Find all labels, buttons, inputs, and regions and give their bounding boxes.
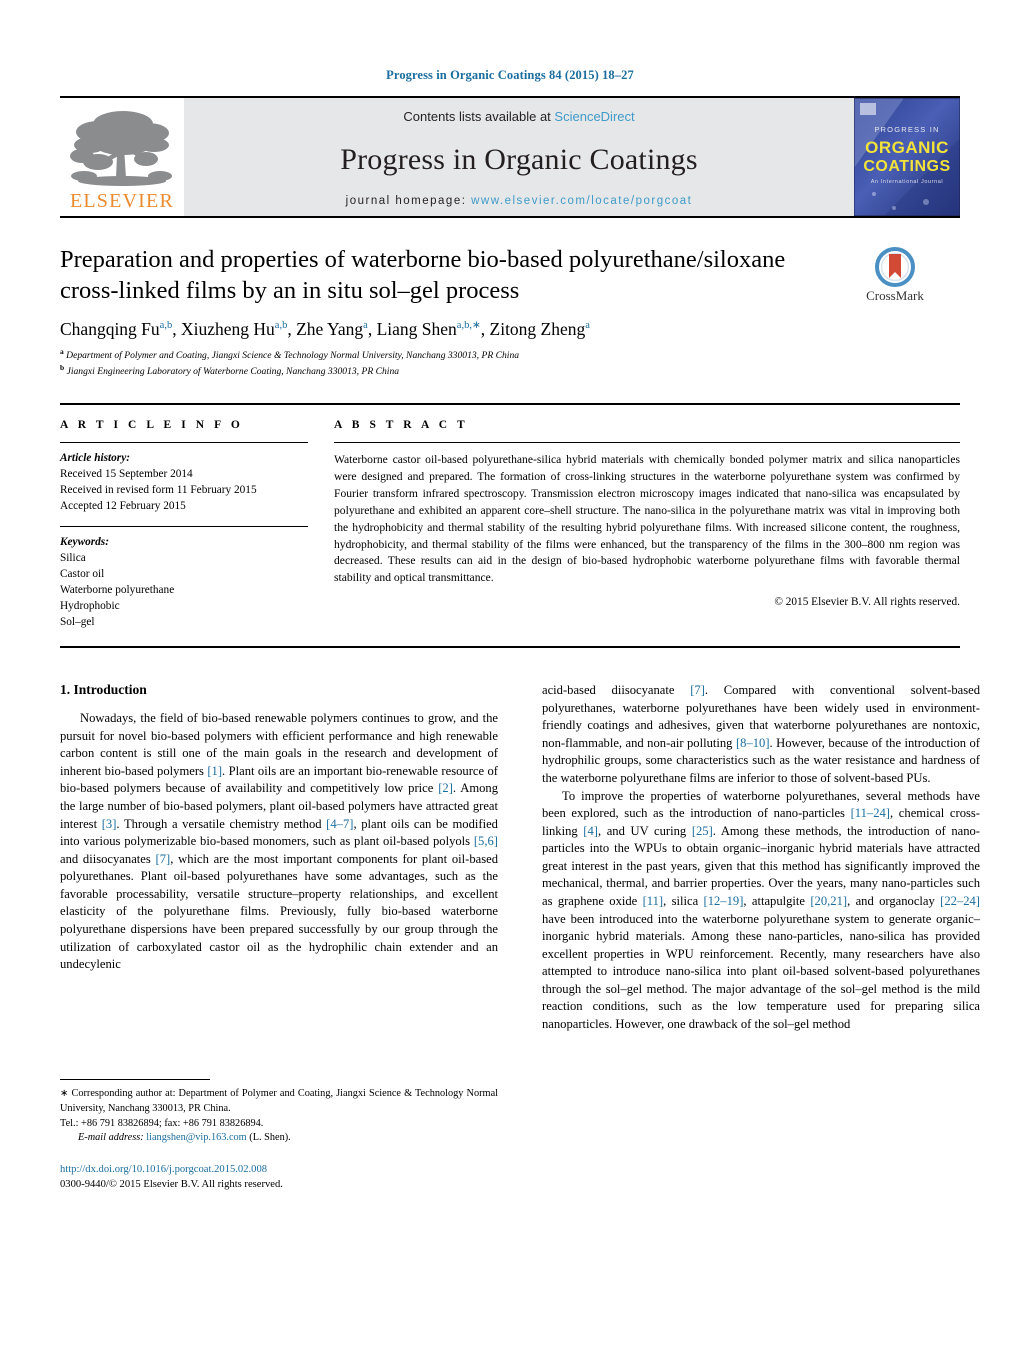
- crossmark-label: CrossMark: [866, 288, 924, 303]
- history-item: Received 15 September 2014: [60, 467, 193, 480]
- corresponding-author-text: Corresponding author at: Department of P…: [60, 1087, 498, 1114]
- email-link[interactable]: liangshen@vip.163.com: [146, 1132, 246, 1143]
- elsevier-wordmark: ELSEVIER: [69, 190, 175, 212]
- author-name: Xiuzheng Hua,b: [180, 318, 288, 339]
- corresponding-author-note: ∗ Corresponding author at: Department of…: [60, 1087, 498, 1117]
- banner-bottom-rule: [60, 216, 960, 218]
- email-line: E-mail address: liangshen@vip.163.com (L…: [60, 1131, 498, 1146]
- crossmark-badge[interactable]: CrossMark: [836, 247, 954, 304]
- banner-center: Contents lists available at ScienceDirec…: [184, 98, 854, 216]
- article-info-column: A R T I C L E I N F O Article history: R…: [60, 419, 308, 630]
- citation-link[interactable]: [5,6]: [474, 834, 498, 848]
- sciencedirect-link[interactable]: ScienceDirect: [554, 109, 634, 124]
- footnote-rule: [60, 1078, 210, 1080]
- abstract-heading: A B S T R A C T: [334, 418, 469, 431]
- keywords-group: Keywords: Silica Castor oil Waterborne p…: [60, 527, 308, 630]
- author-affiliation-mark: a: [363, 319, 368, 331]
- email-owner: (L. Shen).: [249, 1132, 291, 1144]
- keyword-item: Waterborne polyurethane: [60, 584, 175, 597]
- citation-link[interactable]: [4]: [583, 824, 598, 838]
- journal-title: Progress in Organic Coatings: [340, 142, 698, 176]
- title-block: CrossMark Preparation and properties of …: [60, 245, 960, 379]
- cover-sub-line: An International Journal: [871, 179, 944, 185]
- article-info-heading: A R T I C L E I N F O: [60, 418, 244, 431]
- telephone-line: Tel.: +86 791 83826894; fax: +86 791 838…: [60, 1117, 264, 1129]
- citation-link[interactable]: [22–24]: [940, 894, 980, 908]
- affiliation-item: a Department of Polymer and Coating, Jia…: [60, 346, 520, 361]
- citation-link[interactable]: [7]: [690, 683, 705, 697]
- history-item: Accepted 12 February 2015: [60, 500, 186, 512]
- keyword-item: Silica: [60, 552, 86, 565]
- citation-link[interactable]: [25]: [692, 824, 713, 838]
- abstract-column: A B S T R A C T Waterborne castor oil-ba…: [334, 419, 960, 630]
- citation-link[interactable]: [11–24]: [851, 806, 890, 820]
- citation-link[interactable]: [4–7]: [326, 817, 353, 831]
- doi-link[interactable]: http://dx.doi.org/10.1016/j.porgcoat.201…: [60, 1162, 498, 1177]
- citation-link[interactable]: [7]: [156, 852, 171, 866]
- paragraph-left-1: Nowadays, the field of bio-based renewab…: [60, 711, 499, 972]
- citation-link[interactable]: [8–10]: [736, 736, 770, 750]
- history-item: Received in revised form 11 February 201…: [60, 483, 257, 496]
- citation-link[interactable]: [3]: [102, 817, 117, 831]
- author-name: Changqing Fua,b: [60, 318, 173, 339]
- info-abstract-bottom-rule: [60, 646, 960, 649]
- page-title: Preparation and properties of waterborne…: [60, 246, 786, 304]
- journal-cover-image: PROGRESS IN ORGANIC COATINGS An Internat…: [854, 98, 960, 216]
- contents-available-line: Contents lists available at ScienceDirec…: [403, 109, 634, 124]
- body-column-right: acid-based diisocyanate [7]. Compared wi…: [542, 682, 980, 1192]
- keyword-item: Castor oil: [60, 568, 105, 581]
- journal-homepage-line: journal homepage: www.elsevier.com/locat…: [346, 195, 693, 207]
- keyword-item: Sol–gel: [60, 616, 95, 629]
- cover-title-2: COATINGS: [863, 158, 950, 175]
- citation-link[interactable]: [12–19]: [704, 894, 744, 908]
- keyword-item: Hydrophobic: [60, 600, 120, 613]
- citation-link[interactable]: [2]: [438, 781, 453, 795]
- author-name: Liang Shena,b,∗: [376, 318, 481, 339]
- abstract-copyright: © 2015 Elsevier B.V. All rights reserved…: [774, 596, 960, 609]
- article-history-group: Article history: Received 15 September 2…: [60, 443, 308, 514]
- article-page: Progress in Organic Coatings 84 (2015) 1…: [0, 0, 1020, 1351]
- info-abstract-region: A R T I C L E I N F O Article history: R…: [60, 402, 960, 630]
- email-label: E-mail address:: [78, 1132, 144, 1144]
- citation-link[interactable]: [20,21]: [810, 894, 847, 908]
- author-affiliation-mark: a,b: [274, 319, 288, 331]
- author-name: Zhe Yanga: [296, 318, 368, 339]
- elsevier-logo: ELSEVIER: [60, 98, 184, 216]
- elsevier-tree-icon: [70, 111, 172, 186]
- affiliation-mark: a: [60, 346, 64, 356]
- author-name: Zitong Zhenga: [489, 318, 590, 339]
- journal-cover-thumbnail: PROGRESS IN ORGANIC COATINGS An Internat…: [854, 98, 960, 216]
- running-head: Progress in Organic Coatings 84 (2015) 1…: [386, 68, 634, 82]
- author-affiliation-mark: a,b: [159, 319, 173, 331]
- footnote-block: ∗ Corresponding author at: Department of…: [60, 1078, 498, 1192]
- homepage-url-link[interactable]: www.elsevier.com/locate/porgcoat: [471, 195, 692, 207]
- section-heading-introduction: 1. Introduction: [60, 682, 147, 698]
- cover-top-line: PROGRESS IN: [874, 125, 939, 134]
- citation-link[interactable]: [11]: [643, 894, 664, 908]
- crossmark-icon: [875, 247, 915, 287]
- homepage-prefix: journal homepage:: [345, 195, 467, 207]
- abstract-text: Waterborne castor oil-based polyurethane…: [334, 452, 960, 585]
- body-columns: 1. Introduction Nowadays, the field of b…: [60, 682, 980, 1192]
- affiliation-item: b Jiangxi Engineering Laboratory of Wate…: [60, 362, 400, 377]
- journal-banner: ELSEVIER Contents lists available at Sci…: [60, 96, 960, 216]
- keywords-heading: Keywords:: [60, 536, 109, 549]
- article-history-heading: Article history:: [60, 451, 130, 464]
- affiliation-list: a Department of Polymer and Coating, Jia…: [60, 347, 810, 379]
- issn-copyright-line: 0300-9440/© 2015 Elsevier B.V. All right…: [60, 1179, 283, 1191]
- author-affiliation-mark: a,b,∗: [456, 319, 481, 331]
- citation-link[interactable]: [1]: [207, 764, 222, 778]
- author-affiliation-mark: a: [585, 319, 590, 331]
- contents-prefix: Contents lists available at: [403, 109, 551, 124]
- affiliation-mark: b: [60, 362, 65, 372]
- paragraph-right-2: To improve the properties of waterborne …: [542, 788, 980, 1031]
- doi-block: http://dx.doi.org/10.1016/j.porgcoat.201…: [60, 1162, 498, 1192]
- author-list: Changqing Fua,b, Xiuzheng Hua,b, Zhe Yan…: [60, 318, 590, 339]
- corresponding-star: ∗: [60, 1087, 69, 1099]
- paragraph-right-1: acid-based diisocyanate [7]. Compared wi…: [542, 683, 980, 786]
- cover-title-1: ORGANIC: [865, 138, 949, 157]
- body-column-left: 1. Introduction Nowadays, the field of b…: [60, 682, 498, 1192]
